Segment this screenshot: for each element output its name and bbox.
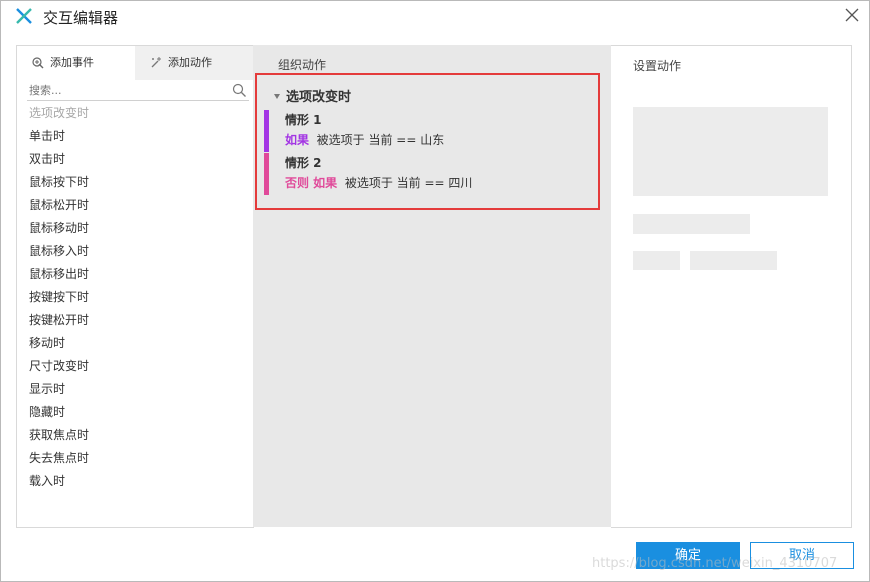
placeholder-bar [633, 251, 680, 270]
event-node-label: 选项改变时 [286, 90, 352, 105]
case-keyword: 否则 如果 [285, 176, 338, 190]
watermark: https://blog.csdn.net/weixin_4310707 [592, 556, 838, 571]
event-node[interactable]: 选项改变时 [274, 86, 351, 105]
tab-add-event[interactable]: 添加事件 [17, 46, 135, 80]
event-item[interactable]: 鼠标松开时 [17, 194, 253, 217]
title-bar: 交互编辑器 [1, 1, 869, 31]
configure-action-heading: 设置动作 [633, 59, 682, 73]
case-color-bar [264, 110, 269, 152]
case-keyword: 如果 [285, 133, 310, 147]
add-event-icon [32, 57, 44, 69]
case-name: 情形 1 [285, 113, 322, 127]
event-item[interactable]: 鼠标移入时 [17, 240, 253, 263]
case-2[interactable]: 情形 2 否则 如果 被选项于 当前 == 四川 [264, 151, 594, 195]
event-search [27, 82, 249, 101]
event-item[interactable]: 载入时 [17, 470, 253, 493]
event-item[interactable]: 按键松开时 [17, 309, 253, 332]
event-item[interactable]: 选项改变时 [17, 102, 253, 125]
event-item[interactable]: 单击时 [17, 125, 253, 148]
case-condition-text: 被选项于 当前 == 四川 [344, 176, 473, 190]
event-item[interactable]: 隐藏时 [17, 401, 253, 424]
close-icon[interactable] [843, 6, 861, 24]
event-item[interactable]: 鼠标按下时 [17, 171, 253, 194]
configure-action-panel: 设置动作 [611, 45, 852, 528]
event-panel: 添加事件 添加动作 选项改变时 单击时 双击时 鼠标按下时 鼠标松开时 鼠标移动… [16, 45, 254, 528]
placeholder-bar [633, 214, 750, 234]
event-item[interactable]: 双击时 [17, 148, 253, 171]
event-item[interactable]: 失去焦点时 [17, 447, 253, 470]
search-input[interactable] [27, 82, 231, 99]
tab-add-event-label: 添加事件 [50, 56, 94, 69]
placeholder-block [633, 107, 828, 196]
case-color-bar [264, 153, 269, 195]
interaction-highlight: 选项改变时 情形 1 如果 被选项于 当前 == 山东 情形 2 否则 如果 被… [255, 73, 600, 210]
window-title: 交互编辑器 [43, 9, 119, 27]
event-item[interactable]: 获取焦点时 [17, 424, 253, 447]
add-action-sparkle-icon [151, 57, 161, 68]
organize-actions-heading: 组织动作 [278, 58, 327, 72]
case-condition-text: 被选项于 当前 == 山东 [316, 133, 445, 147]
collapse-triangle-icon[interactable] [274, 94, 280, 99]
event-item[interactable]: 鼠标移出时 [17, 263, 253, 286]
event-tabs: 添加事件 添加动作 [17, 46, 253, 80]
tab-add-action[interactable]: 添加动作 [135, 46, 253, 80]
event-item[interactable]: 显示时 [17, 378, 253, 401]
tab-add-action-label: 添加动作 [168, 56, 212, 69]
case-condition: 如果 被选项于 当前 == 山东 [285, 131, 444, 148]
case-name: 情形 2 [285, 156, 322, 170]
event-list: 选项改变时 单击时 双击时 鼠标按下时 鼠标松开时 鼠标移动时 鼠标移入时 鼠标… [17, 102, 253, 493]
search-icon[interactable] [232, 83, 247, 98]
axure-x-icon [16, 8, 32, 24]
event-item[interactable]: 尺寸改变时 [17, 355, 253, 378]
event-item[interactable]: 鼠标移动时 [17, 217, 253, 240]
organize-actions-panel: 组织动作 选项改变时 情形 1 如果 被选项于 当前 == 山东 情形 2 否则… [253, 45, 611, 527]
case-condition: 否则 如果 被选项于 当前 == 四川 [285, 174, 472, 191]
event-item[interactable]: 按键按下时 [17, 286, 253, 309]
case-1[interactable]: 情形 1 如果 被选项于 当前 == 山东 [264, 108, 594, 152]
placeholder-bar [690, 251, 777, 270]
event-item[interactable]: 移动时 [17, 332, 253, 355]
